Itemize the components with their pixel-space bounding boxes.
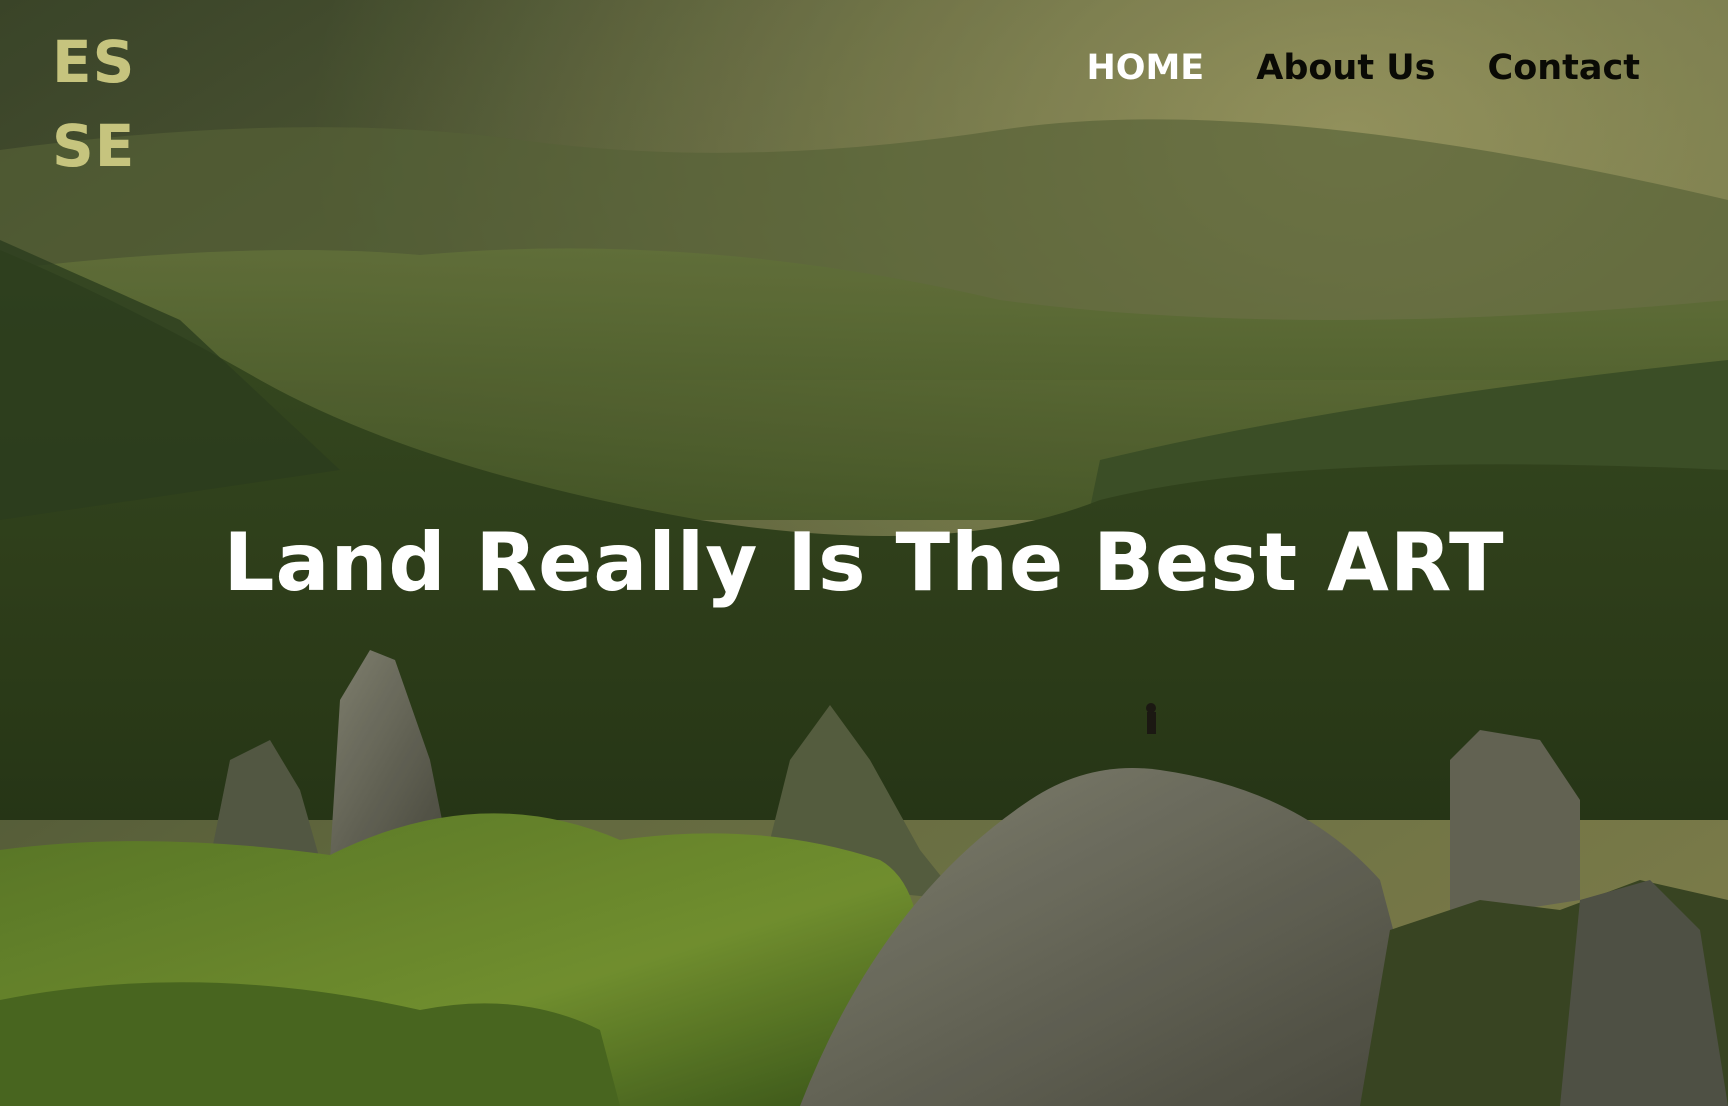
hero-headline: Land Really Is The Best ART — [223, 516, 1505, 609]
logo-line-1: ES — [52, 28, 136, 96]
logo-line-2: SE — [52, 112, 136, 180]
nav-link-about-us[interactable]: About Us — [1256, 48, 1435, 88]
site-logo[interactable]: ES SE — [52, 20, 135, 188]
main-navigation: HOME About Us Contact — [1086, 48, 1640, 88]
nav-link-home[interactable]: HOME — [1086, 48, 1204, 88]
hero-section: ES SE HOME About Us Contact Land Really … — [0, 0, 1728, 1106]
page-bottom-strip — [0, 1106, 1728, 1117]
nav-link-contact[interactable]: Contact — [1488, 48, 1640, 88]
